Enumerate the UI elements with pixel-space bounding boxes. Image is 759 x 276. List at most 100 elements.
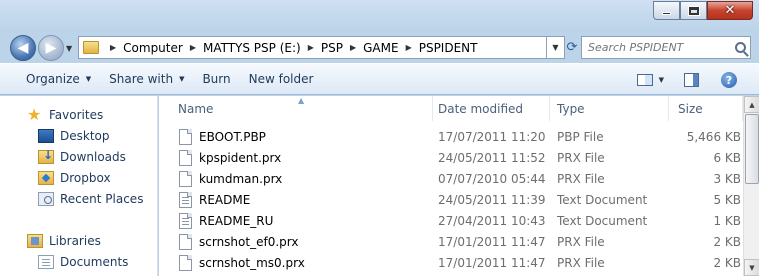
nav-documents[interactable]: Documents [38, 255, 128, 269]
breadcrumb-pspident[interactable]: PSPIDENT [419, 41, 478, 55]
libraries-icon [27, 234, 43, 248]
nav-libraries-label: Libraries [49, 234, 101, 248]
nav-libraries[interactable]: Libraries [27, 234, 101, 248]
refresh-button[interactable]: ⟳ [565, 36, 579, 59]
vertical-scrollbar[interactable]: ▲ ▼ [743, 96, 759, 276]
file-size: 2 KB [713, 234, 741, 249]
preview-pane-icon[interactable] [684, 73, 699, 87]
scroll-thumb[interactable] [745, 114, 759, 184]
file-name: kpspident.prx [199, 150, 282, 165]
file-row[interactable]: kpspident.prx 24/05/2011 11:52 PRX File … [159, 147, 743, 168]
burn-button[interactable]: Burn [193, 72, 239, 86]
file-row[interactable]: README 24/05/2011 11:39 Text Document 5 … [159, 189, 743, 210]
nav-dropbox[interactable]: Dropbox [38, 171, 111, 185]
downloads-folder-icon [38, 148, 54, 164]
file-date: 17/01/2011 11:47 [438, 255, 546, 270]
file-row[interactable]: scrnshot_ef0.prx 17/01/2011 11:47 PRX Fi… [159, 231, 743, 252]
share-with-label: Share with [109, 72, 174, 86]
file-name: scrnshot_ms0.prx [199, 255, 305, 270]
file-type: PRX File [557, 234, 605, 249]
minimize-icon [662, 12, 671, 15]
help-icon[interactable]: ? [721, 72, 737, 88]
chevron-down-icon: ▼ [85, 75, 92, 83]
forward-button[interactable]: ▶ [38, 35, 64, 61]
file-row[interactable]: scrnshot_ms0.prx 17/01/2011 11:47 PRX Fi… [159, 252, 743, 273]
nav-desktop[interactable]: Desktop [38, 129, 110, 143]
file-type: PRX File [557, 171, 605, 186]
minimize-button[interactable] [653, 1, 680, 20]
nav-recent-places[interactable]: Recent Places [38, 192, 143, 206]
new-folder-button[interactable]: New folder [240, 72, 323, 86]
chevron-down-icon: ▼ [179, 75, 185, 83]
file-row[interactable]: kumdman.prx 07/07/2010 05:44 PRX File 3 … [159, 168, 743, 189]
recent-pages-dropdown[interactable]: ▼ [66, 44, 72, 53]
file-type: PRX File [557, 255, 605, 270]
column-header-date-modified[interactable]: Date modified [429, 96, 550, 121]
close-button[interactable]: ✕ [707, 1, 753, 20]
file-size: 6 KB [713, 150, 741, 165]
star-icon: ★ [27, 105, 42, 124]
recent-places-icon [38, 192, 54, 206]
chevron-up-icon: ▲ [749, 100, 755, 109]
file-size: 2 KB [713, 255, 741, 270]
organize-button[interactable]: Organize ▼ [17, 72, 100, 86]
chevron-down-icon: ▼ [749, 263, 755, 272]
file-name-cell: scrnshot_ms0.prx [179, 254, 305, 271]
file-name: kumdman.prx [199, 171, 283, 186]
breadcrumb-game[interactable]: GAME [363, 41, 398, 55]
nav-downloads[interactable]: Downloads [38, 148, 126, 164]
file-date: 17/07/2011 11:20 [438, 129, 546, 144]
breadcrumb-separator-icon[interactable]: ▶ [110, 43, 116, 52]
desktop-icon [38, 129, 54, 143]
breadcrumb-separator-icon[interactable]: ▶ [406, 43, 412, 52]
breadcrumb-separator-icon[interactable]: ▶ [308, 43, 314, 52]
view-options-dropdown[interactable]: ▼ [659, 76, 664, 84]
file-name-cell: README_RU [179, 212, 274, 229]
back-button[interactable]: ◀ [10, 35, 36, 61]
file-date: 17/01/2011 11:47 [438, 234, 546, 249]
breadcrumb-separator-icon[interactable]: ▶ [350, 43, 356, 52]
view-controls: ▼ ? [636, 64, 759, 96]
change-view-icon[interactable] [636, 74, 653, 86]
file-name: scrnshot_ef0.prx [199, 234, 299, 249]
file-type: PRX File [557, 150, 605, 165]
nav-favorites[interactable]: ★ Favorites [27, 105, 104, 124]
file-date: 27/04/2011 10:43 [438, 213, 546, 228]
column-headers: ▲ Name Date modified Type Size [159, 96, 743, 121]
file-type: Text Document [557, 213, 648, 228]
file-size: 5,466 KB [686, 129, 741, 144]
organize-label: Organize [26, 72, 80, 86]
address-history-dropdown[interactable]: ▼ [547, 36, 565, 59]
maximize-button[interactable] [680, 1, 707, 20]
refresh-icon: ⟳ [566, 40, 578, 55]
file-size: 5 KB [713, 192, 741, 207]
nav-documents-label: Documents [60, 255, 129, 269]
nav-favorites-label: Favorites [49, 108, 104, 122]
breadcrumb-drive[interactable]: MATTYS PSP (E:) [203, 41, 301, 55]
file-name: README_RU [199, 213, 274, 228]
file-size: 3 KB [713, 171, 741, 186]
scroll-up-button[interactable]: ▲ [744, 96, 759, 113]
file-name-cell: kpspident.prx [179, 149, 282, 166]
caption-buttons: ✕ [653, 1, 753, 20]
column-header-size[interactable]: Size [669, 96, 743, 121]
scroll-down-button[interactable]: ▼ [744, 259, 759, 276]
search-input[interactable] [588, 41, 733, 54]
share-with-button[interactable]: Share with ▼ [100, 72, 193, 86]
address-bar[interactable]: ▶ Computer ▶ MATTYS PSP (E:) ▶ PSP ▶ GAM… [78, 36, 547, 59]
file-row[interactable]: EBOOT.PBP 17/07/2011 11:20 PBP File 5,46… [159, 126, 743, 147]
file-row[interactable]: README_RU 27/04/2011 10:43 Text Document… [159, 210, 743, 231]
breadcrumb-psp[interactable]: PSP [321, 41, 343, 55]
file-name-cell: README [179, 191, 250, 208]
breadcrumb-computer[interactable]: Computer [123, 41, 183, 55]
breadcrumb-separator-icon[interactable]: ▶ [190, 43, 196, 52]
file-name-cell: EBOOT.PBP [179, 128, 266, 145]
column-header-name[interactable]: Name [169, 96, 433, 121]
maximize-icon [687, 5, 700, 16]
file-name-cell: scrnshot_ef0.prx [179, 233, 299, 250]
file-name-cell: kumdman.prx [179, 170, 283, 187]
navigation-pane: ★ Favorites Desktop Downloads Dropbox Re… [0, 96, 158, 276]
file-type: PBP File [557, 129, 604, 144]
column-header-type[interactable]: Type [548, 96, 669, 121]
search-icon[interactable] [735, 42, 746, 53]
